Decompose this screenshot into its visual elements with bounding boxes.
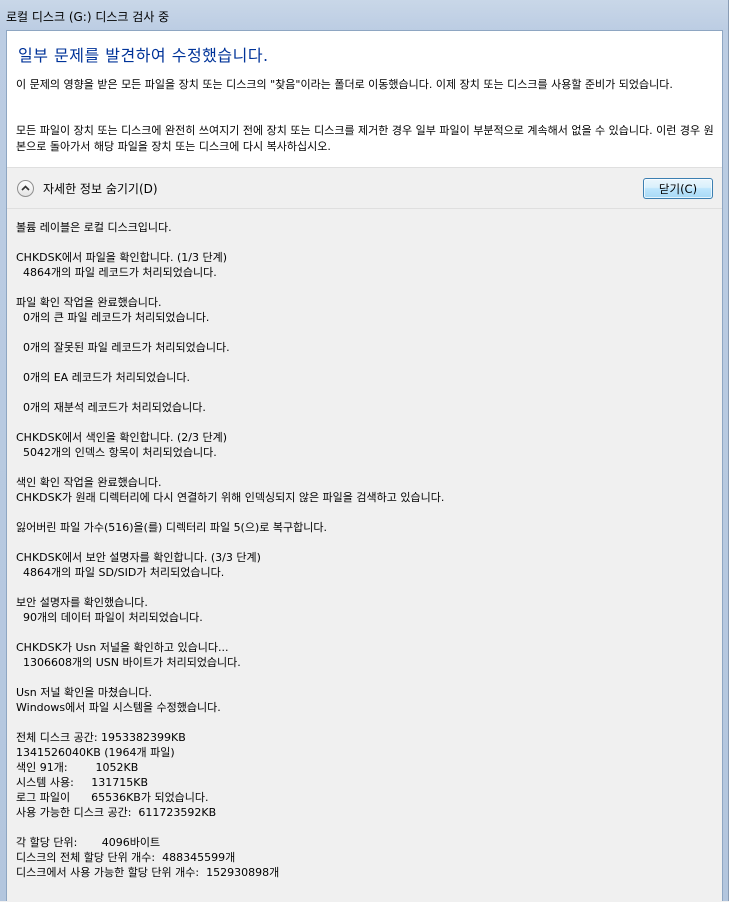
description-text-2: 모든 파일이 장치 또는 디스크에 완전히 쓰여지기 전에 장치 또는 디스크를… xyxy=(16,124,714,153)
window-title: 로컬 디스크 (G:) 디스크 검사 중 xyxy=(6,10,170,24)
close-button[interactable]: 닫기(C) xyxy=(643,178,713,199)
details-panel: 볼륨 레이블은 로컬 디스크입니다. CHKDSK에서 파일을 확인합니다. (… xyxy=(7,209,722,902)
hide-details-toggle[interactable]: 자세한 정보 숨기기(D) xyxy=(17,178,158,198)
title-bar[interactable]: 로컬 디스크 (G:) 디스크 검사 중 xyxy=(0,0,729,30)
dialog-content: 일부 문제를 발견하여 수정했습니다. 이 문제의 영향을 받은 모든 파일을 … xyxy=(6,30,723,902)
details-log: 볼륨 레이블은 로컬 디스크입니다. CHKDSK에서 파일을 확인합니다. (… xyxy=(16,221,445,879)
hide-details-label[interactable]: 자세한 정보 숨기기(D) xyxy=(43,180,158,197)
dialog-window: 로컬 디스크 (G:) 디스크 검사 중 일부 문제를 발견하여 수정했습니다.… xyxy=(0,0,729,902)
message-area: 일부 문제를 발견하여 수정했습니다. 이 문제의 영향을 받은 모든 파일을 … xyxy=(7,31,722,167)
chevron-up-icon[interactable] xyxy=(17,179,34,197)
description-text-1: 이 문제의 영향을 받은 모든 파일을 장치 또는 디스크의 "찾음"이라는 폴… xyxy=(16,78,673,91)
main-instruction: 일부 문제를 발견하여 수정했습니다. xyxy=(18,46,269,65)
expander-row: 자세한 정보 숨기기(D) 닫기(C) xyxy=(7,167,722,209)
